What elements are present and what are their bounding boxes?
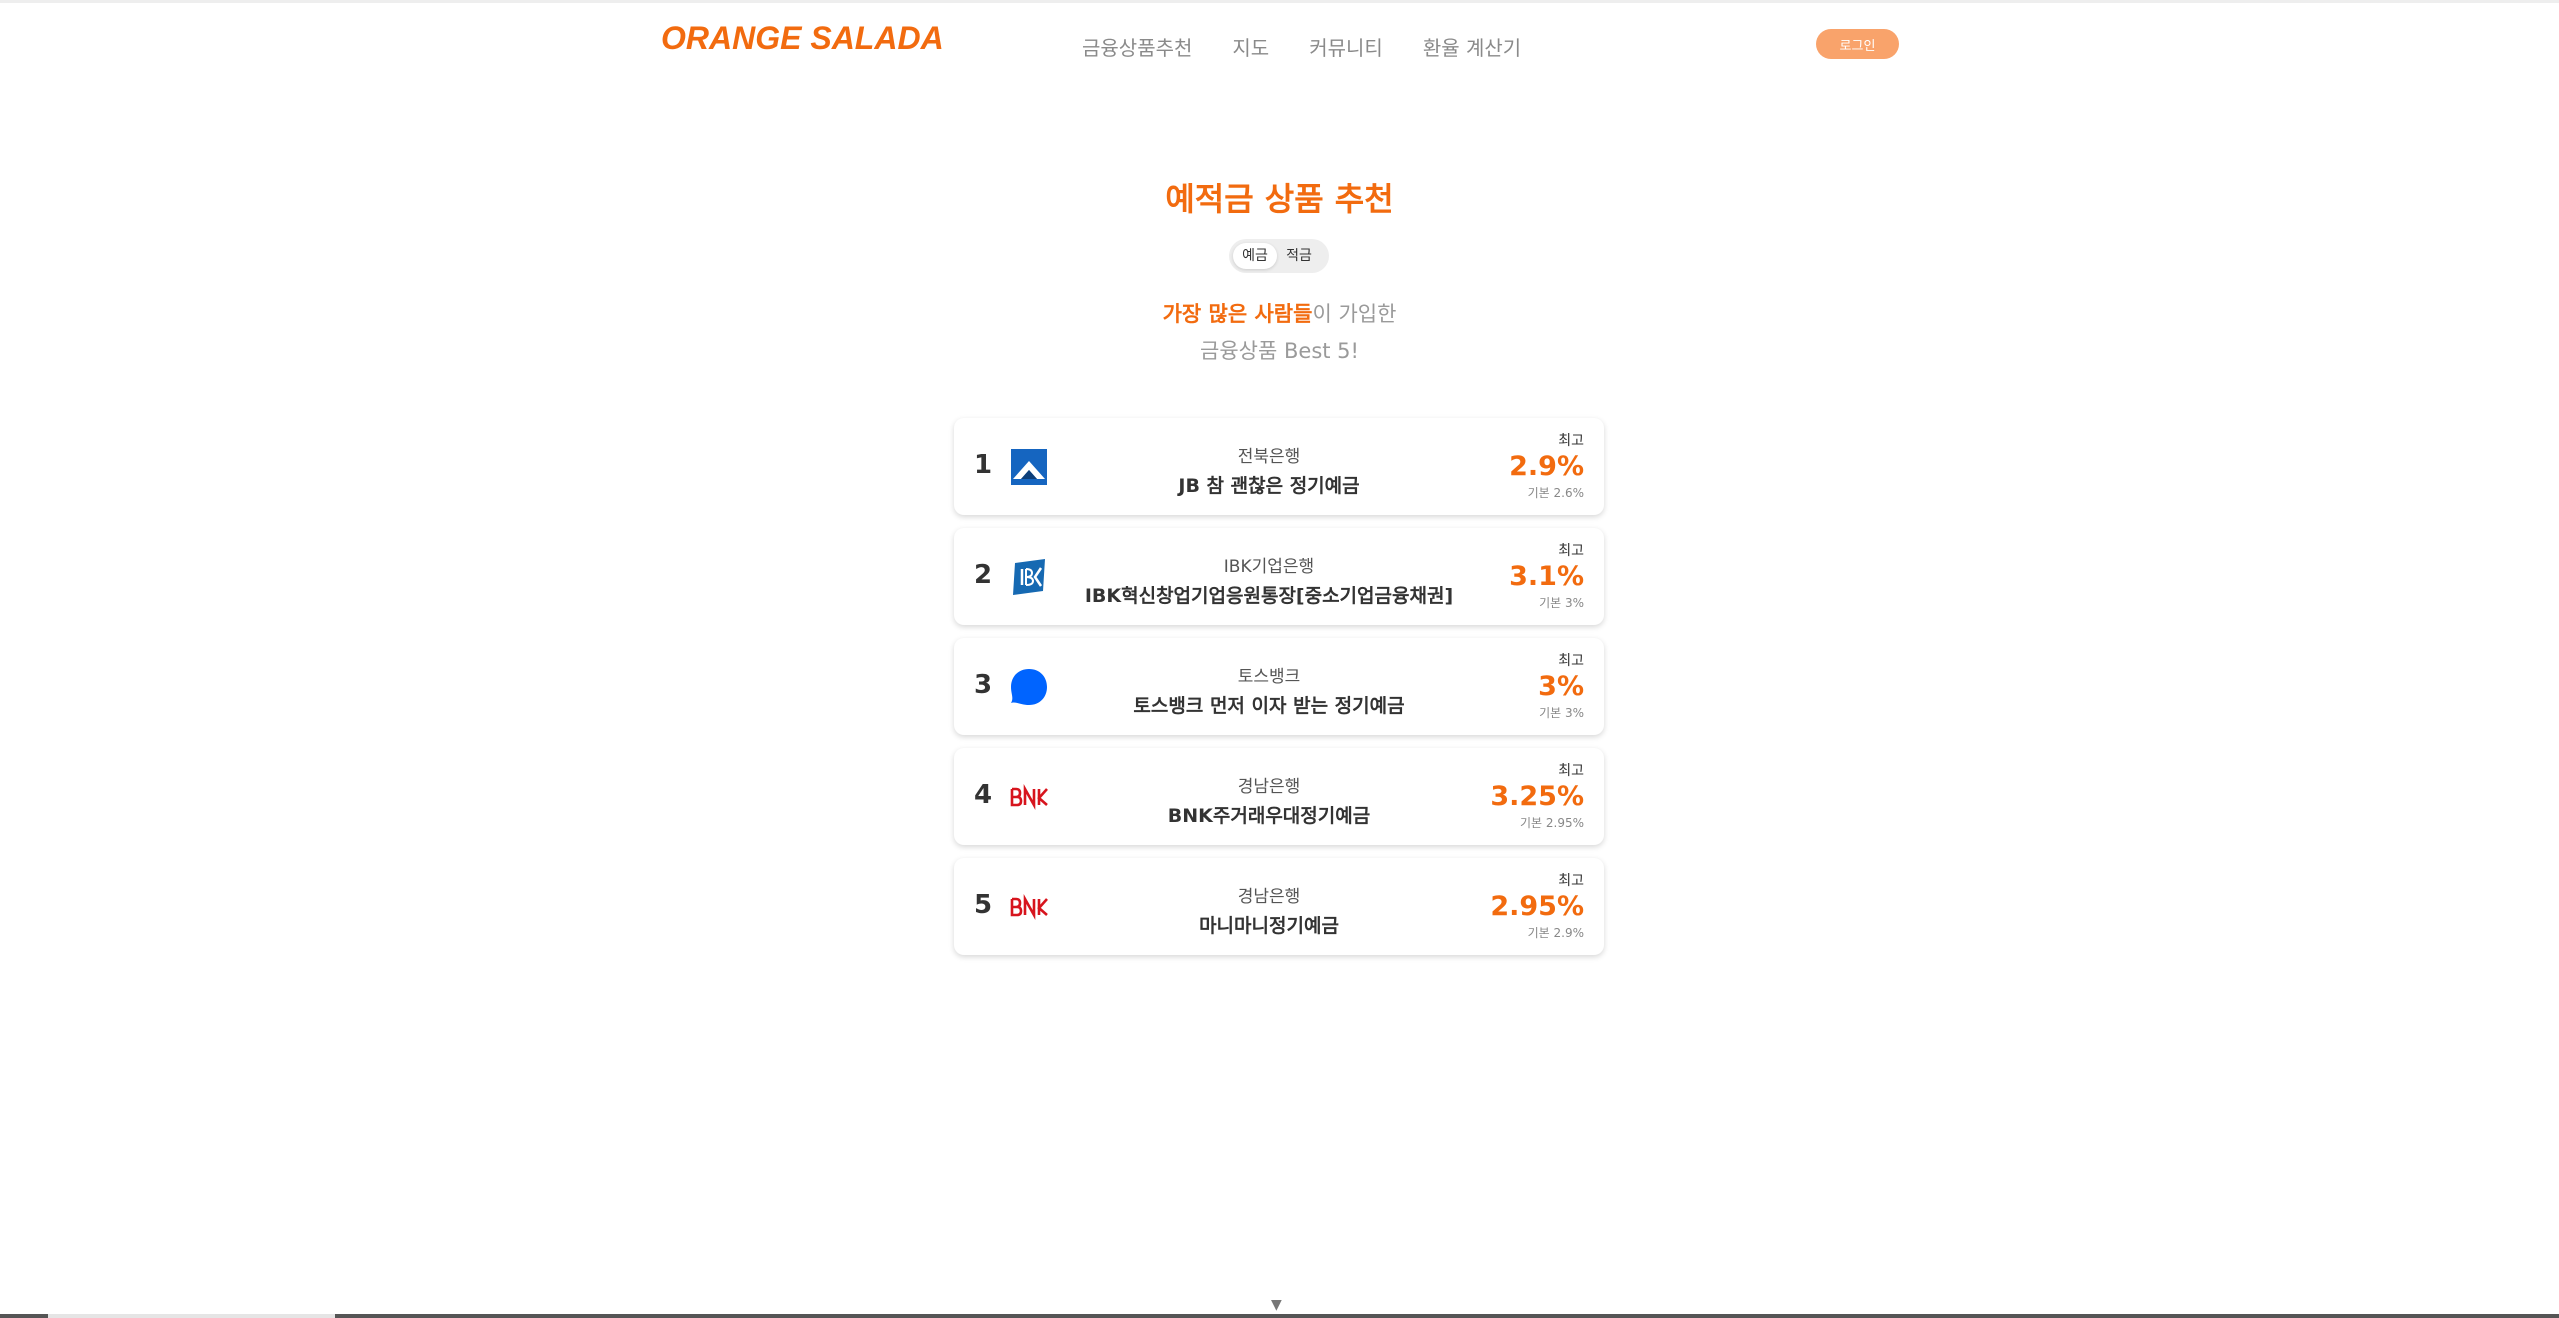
bank-name: 경남은행 <box>1237 777 1301 797</box>
scroll-down-icon[interactable]: ▼ <box>1271 1297 1282 1313</box>
subtitle-line2: 금융상품 Best 5! <box>1200 339 1359 363</box>
product-name: 토스뱅크 먼저 이자 받는 정기예금 <box>1133 695 1405 717</box>
toggle-deposit[interactable]: 예금 <box>1233 243 1277 269</box>
horizontal-scrollbar[interactable] <box>0 1314 2559 1318</box>
main-nav: 금융상품추천 지도 커뮤니티 환율 계산기 <box>1082 32 1521 61</box>
base-rate: 기본 2.95% <box>1519 816 1584 830</box>
bank-name: IBK기업은행 <box>1223 557 1315 577</box>
jb-bank-logo-icon <box>1011 449 1047 485</box>
product-name: JB 참 괜찮은 정기예금 <box>1178 475 1360 497</box>
product-rank: 3 <box>974 670 993 700</box>
max-rate: 2.9% <box>1509 451 1584 482</box>
product-list: 1 전북은행 JB 참 괜찮은 정기예금 최고 2.9% 기본 2.6% 2 I… <box>954 418 1604 968</box>
nav-item-community[interactable]: 커뮤니티 <box>1309 32 1383 61</box>
max-rate: 3% <box>1538 671 1584 702</box>
max-rate-label: 최고 <box>1558 543 1584 559</box>
top-border <box>0 0 2559 3</box>
product-card[interactable]: 1 전북은행 JB 참 괜찮은 정기예금 최고 2.9% 기본 2.6% <box>954 418 1604 515</box>
product-card[interactable]: 2 IBK기업은행 IBK혁신창업기업응원통장[중소기업금융채권] 최고 3.1… <box>954 528 1604 625</box>
base-rate: 기본 3% <box>1539 706 1584 720</box>
product-name: BNK주거래우대정기예금 <box>1167 805 1371 827</box>
max-rate-label: 최고 <box>1558 763 1584 779</box>
product-card[interactable]: 5 경남은행 마니마니정기예금 최고 2.95% 기본 2.9% <box>954 858 1604 955</box>
deposit-savings-toggle: 예금 적금 <box>1229 239 1329 273</box>
product-name: IBK혁신창업기업응원통장[중소기업금융채권] <box>1084 585 1454 607</box>
bank-name: 전북은행 <box>1237 447 1301 467</box>
subtitle-rest: 이 가입한 <box>1312 302 1397 326</box>
base-rate: 기본 2.9% <box>1527 926 1584 940</box>
base-rate: 기본 3% <box>1539 596 1584 610</box>
max-rate: 2.95% <box>1490 891 1584 922</box>
subtitle-highlight: 가장 많은 사람들 <box>1162 302 1313 326</box>
site-logo[interactable]: ORANGE SALADA <box>661 20 944 57</box>
bank-name: 토스뱅크 <box>1237 667 1301 687</box>
product-name: 마니마니정기예금 <box>1199 915 1339 937</box>
max-rate-label: 최고 <box>1558 653 1584 669</box>
product-rank: 4 <box>974 780 993 810</box>
product-rank: 2 <box>974 560 993 590</box>
product-rank: 1 <box>974 450 993 480</box>
page-title: 예적금 상품 추천 <box>1165 180 1394 218</box>
product-card[interactable]: 4 경남은행 BNK주거래우대정기예금 최고 3.25% 기본 2.95% <box>954 748 1604 845</box>
toggle-savings[interactable]: 적금 <box>1277 243 1321 269</box>
max-rate: 3.1% <box>1509 561 1584 592</box>
best5-subtitle: 가장 많은 사람들이 가입한 금융상품 Best 5! <box>0 296 2559 370</box>
ibk-logo-icon <box>1013 559 1045 595</box>
bnk-logo-icon <box>1010 784 1048 810</box>
max-rate-label: 최고 <box>1558 873 1584 889</box>
nav-item-product-recommend[interactable]: 금융상품추천 <box>1082 32 1192 61</box>
scrollbar-track-segment <box>335 1314 2559 1318</box>
max-rate-label: 최고 <box>1558 433 1584 449</box>
nav-item-exchange-calculator[interactable]: 환율 계산기 <box>1423 32 1521 61</box>
login-button[interactable]: 로그인 <box>1816 29 1899 59</box>
bnk-logo-icon <box>1010 894 1048 920</box>
product-rank: 5 <box>974 890 993 920</box>
base-rate: 기본 2.6% <box>1527 486 1584 500</box>
product-card[interactable]: 3 토스뱅크 토스뱅크 먼저 이자 받는 정기예금 최고 3% 기본 3% <box>954 638 1604 735</box>
max-rate: 3.25% <box>1490 781 1584 812</box>
scrollbar-thumb[interactable] <box>0 1314 48 1318</box>
bank-name: 경남은행 <box>1237 887 1301 907</box>
nav-item-map[interactable]: 지도 <box>1232 32 1269 61</box>
toss-logo-icon <box>1011 669 1047 705</box>
